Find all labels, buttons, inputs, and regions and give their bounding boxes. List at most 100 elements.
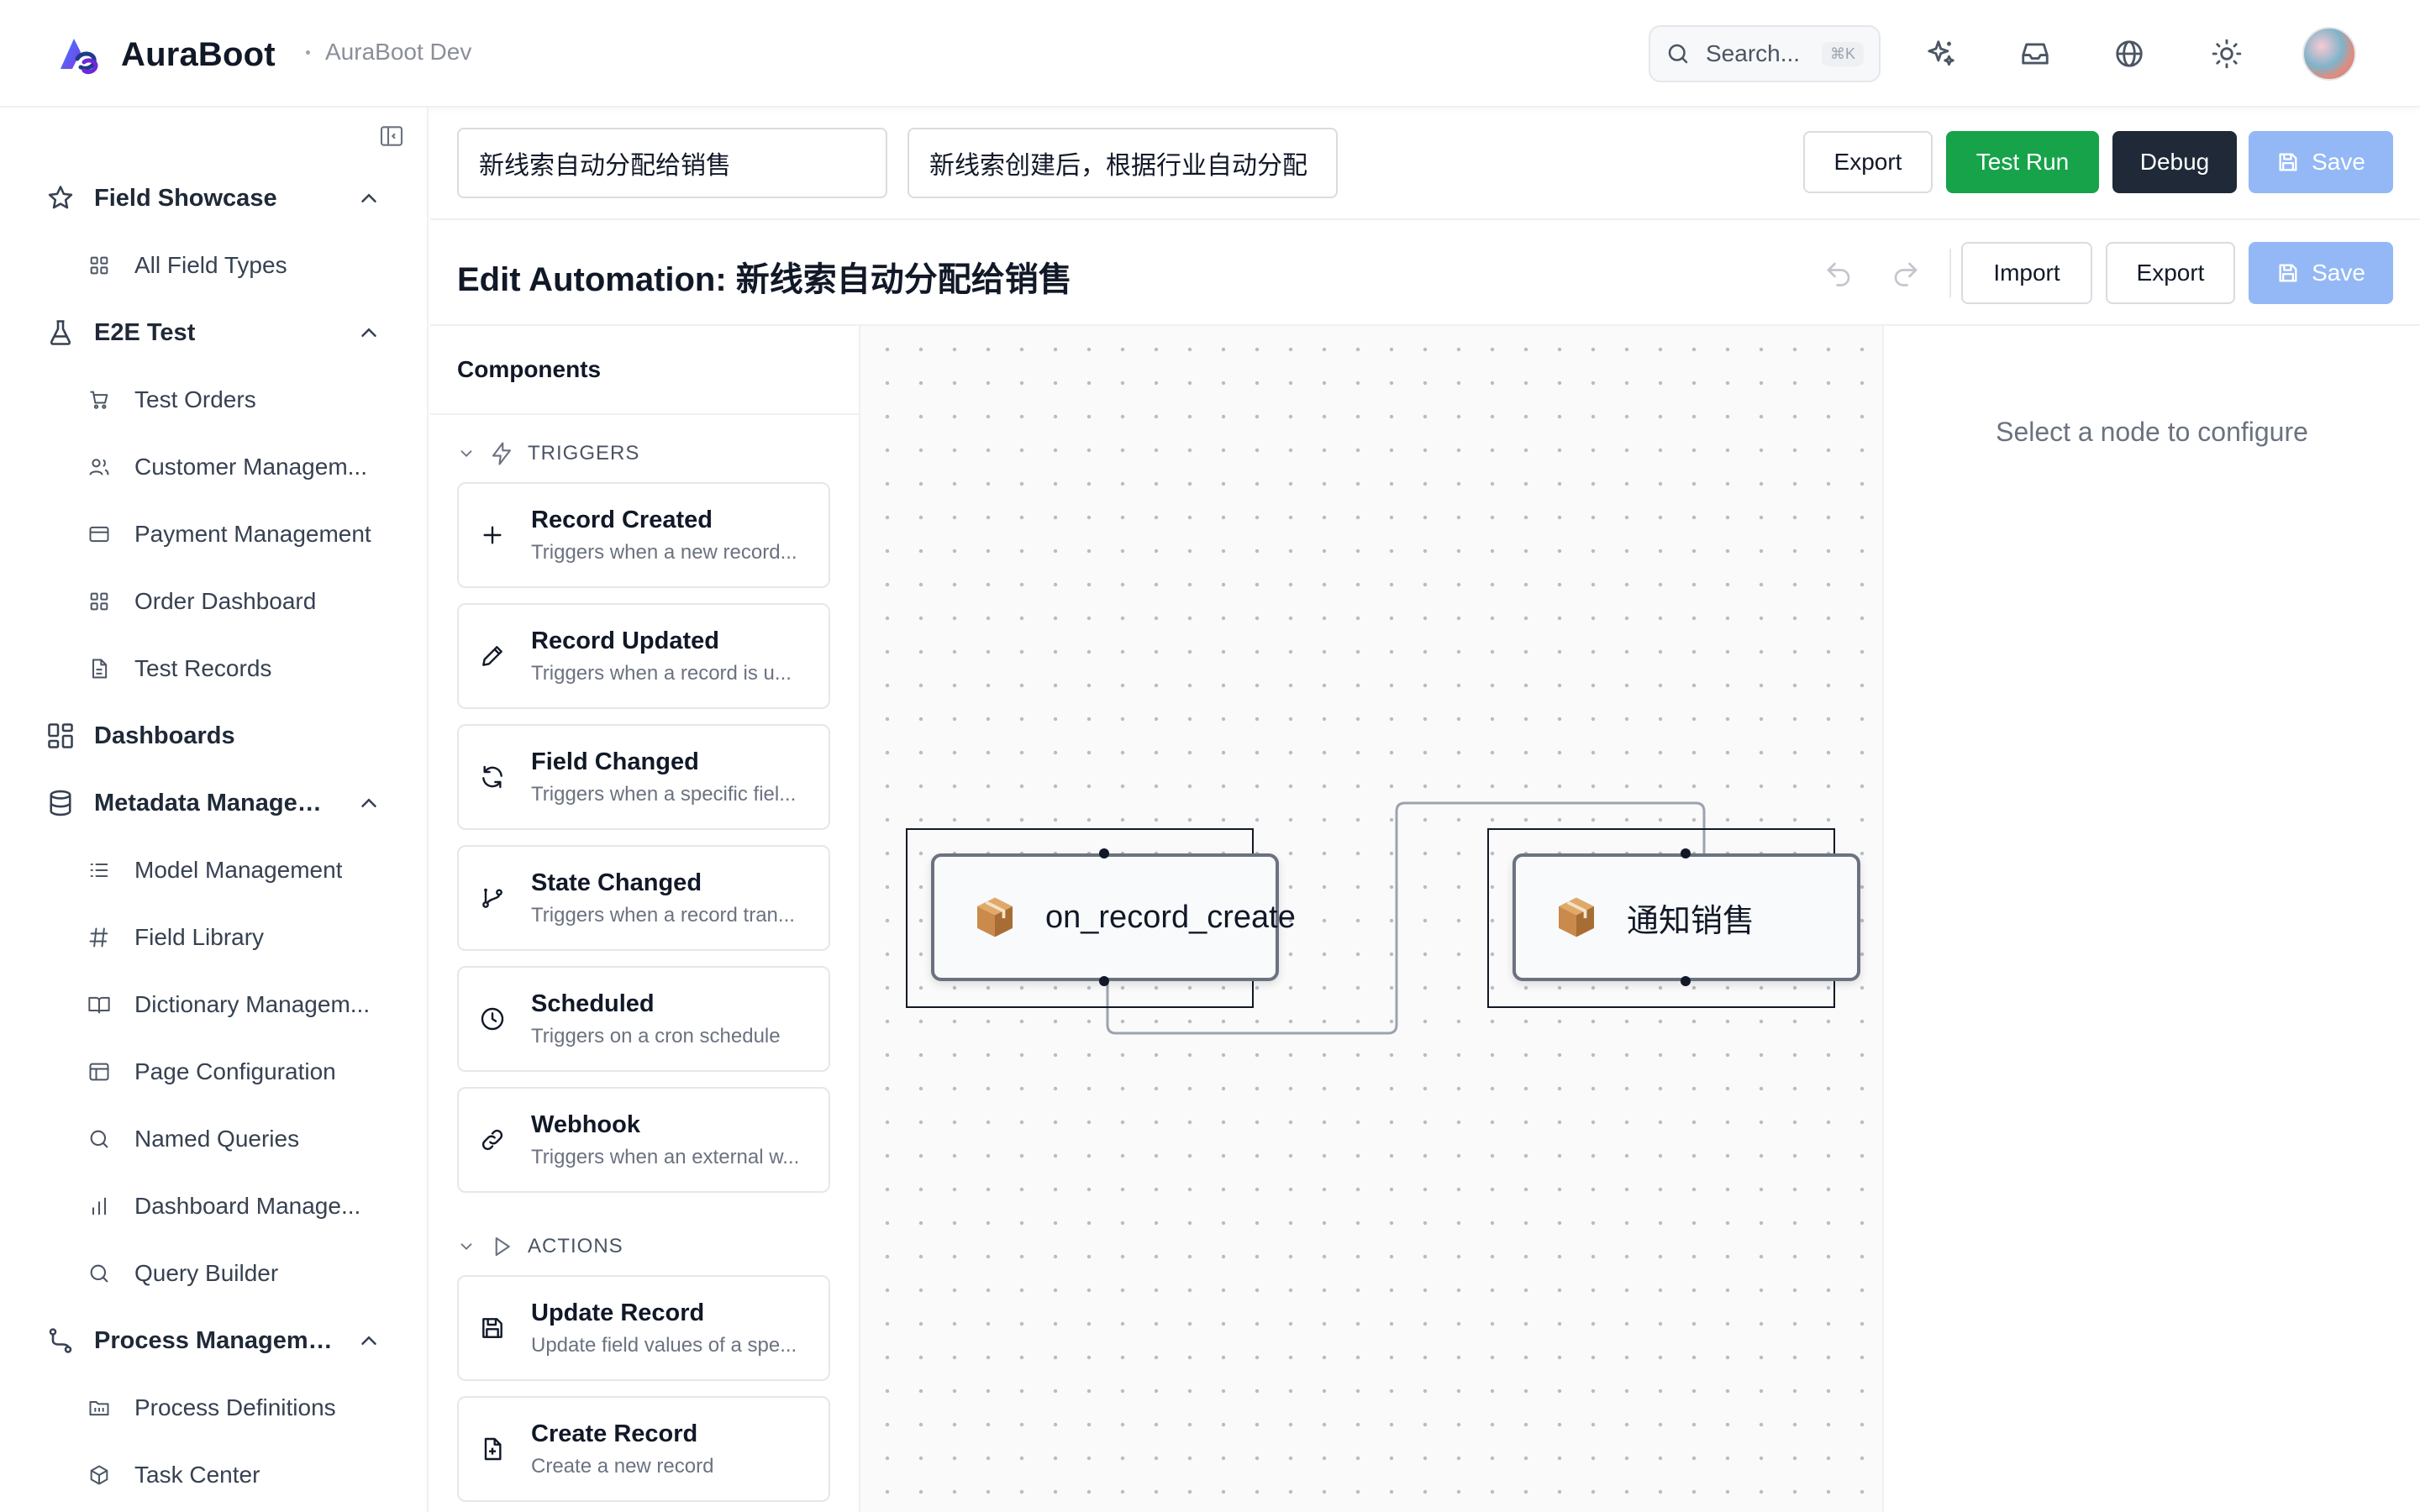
brand[interactable]: AuraBoot [55,30,276,79]
folder-icon [89,1401,109,1416]
sidebar-group-label: Process Management [94,1326,338,1354]
git-branch-icon [482,888,502,908]
redo-icon[interactable] [1891,259,1921,289]
toolbar-divider [1949,249,1951,297]
sidebar-item-dashboard-management[interactable]: Dashboard Manage... [87,1183,390,1230]
theme-toggle-button[interactable] [2207,34,2247,74]
node-on-record-create[interactable]: on_record_create [931,853,1296,981]
sidebar-item-label: Task Center [134,1462,260,1488]
global-search[interactable]: Search... ⌘K [1649,25,1881,82]
brand-logo-icon [60,39,98,75]
trigger-webhook[interactable]: Webhook Triggers when an external w... [457,1087,830,1193]
debug-button[interactable]: Debug [2112,131,2237,193]
grid-icon [90,592,108,611]
card-description: Triggers when a specific fiel... [531,782,797,806]
book-icon [88,996,110,1014]
import-button[interactable]: Import [1961,242,2092,304]
automation-description-input[interactable]: 新线索创建后，根据行业自动分配 [908,128,1338,198]
sidebar-group-field-showcase[interactable]: Field Showcase [45,175,381,222]
chevron-up-icon[interactable] [356,1328,381,1353]
chevron-down-icon [460,1243,472,1251]
sidebar-item-process-definitions[interactable]: Process Definitions [87,1384,390,1431]
play-icon [495,1236,510,1257]
sidebar-item-order-dashboard[interactable]: Order Dashboard [87,578,390,625]
sidebar-item-label: Page Configuration [134,1058,336,1084]
save-icon [482,1318,502,1338]
list-icon [90,864,108,877]
sidebar-item-model-management[interactable]: Model Management [87,847,390,894]
editor-save-button[interactable]: Save [2249,242,2393,304]
action-create-record[interactable]: Create Record Create a new record [457,1396,830,1502]
node-output-handle[interactable] [1099,976,1109,986]
credit-card-icon [89,526,109,543]
chevron-up-icon[interactable] [356,186,381,211]
node-output-handle[interactable] [1681,976,1691,986]
node-notify-sales[interactable]: 通知销售 [1512,853,1860,981]
sidebar-item-label: Dashboard Manage... [134,1193,361,1219]
sidebar-item-customer-management[interactable]: Customer Managem... [87,444,390,491]
trigger-field-changed[interactable]: Field Changed Triggers when a specific fi… [457,724,830,830]
chevron-up-icon[interactable] [356,320,381,345]
card-title: Scheduled [531,990,655,1017]
ai-assistant-button[interactable] [1921,34,1961,74]
sparkles-icon [1928,40,1954,66]
sidebar-item-label: Named Queries [134,1126,300,1152]
undo-icon[interactable] [1823,259,1854,289]
bar-chart-icon [92,1197,107,1215]
test-run-button[interactable]: Test Run [1946,131,2099,193]
sidebar-item-page-configuration[interactable]: Page Configuration [87,1048,390,1095]
sidebar-item-payment-management[interactable]: Payment Management [87,511,390,558]
flask-icon [50,320,71,345]
sidebar-item-all-field-types[interactable]: All Field Types [87,242,390,289]
sun-icon [2212,39,2242,69]
node-input-handle[interactable] [1099,848,1109,858]
user-avatar[interactable] [2302,27,2356,81]
clock-icon [481,1007,504,1031]
workflow-canvas[interactable]: on_record_create 通知销售 [860,326,1884,1512]
sidebar-item-named-queries[interactable]: Named Queries [87,1116,390,1163]
env-dot [306,50,310,55]
automation-name-input[interactable]: 新线索自动分配给销售 [457,128,887,198]
link-icon [481,1129,503,1151]
inbox-button[interactable] [2015,34,2055,74]
sidebar: Field Showcase All Field Types E2E Test … [0,108,429,1512]
sidebar-item-test-orders[interactable]: Test Orders [87,376,390,423]
sidebar-item-label: Field Library [134,924,265,950]
card-title: Webhook [531,1110,640,1138]
trigger-record-created[interactable]: Record Created Triggers when a new record… [457,482,830,588]
language-button[interactable] [2109,34,2149,74]
sidebar-item-task-center[interactable]: Task Center [87,1452,390,1499]
sidebar-item-query-builder[interactable]: Query Builder [87,1250,390,1297]
export-button[interactable]: Export [1803,131,1933,193]
sidebar-group-metadata-management[interactable]: Metadata Managem... [45,780,381,827]
search-icon [90,1264,108,1283]
trigger-scheduled[interactable]: Scheduled Triggers on a cron schedule [457,966,830,1072]
actions-section-header[interactable]: ACTIONS [457,1230,623,1263]
page-title: Edit Automation: 新线索自动分配给销售 [457,261,1072,298]
trigger-record-updated[interactable]: Record Updated Triggers when a record is … [457,603,830,709]
sidebar-item-dictionary-management[interactable]: Dictionary Managem... [87,981,390,1028]
sidebar-group-e2e-test[interactable]: E2E Test [45,309,381,356]
inbox-icon [2022,43,2049,65]
card-title: Record Created [531,506,713,533]
save-label: Save [2312,149,2365,175]
editor-export-button[interactable]: Export [2106,242,2235,304]
trigger-state-changed[interactable]: State Changed Triggers when a record tran… [457,845,830,951]
sidebar-item-field-library[interactable]: Field Library [87,914,390,961]
sidebar-item-label: Customer Managem... [134,454,367,480]
plus-icon [483,526,502,544]
sidebar-collapse-icon[interactable] [378,123,405,150]
node-label: 通知销售 [1627,903,1755,939]
sidebar-item-test-records[interactable]: Test Records [87,645,390,692]
action-update-record[interactable]: Update Record Update field values of a sp… [457,1275,830,1381]
star-icon [48,186,73,209]
sidebar-group-dashboards[interactable]: Dashboards [45,712,381,759]
zap-icon [492,442,512,465]
chevron-up-icon[interactable] [356,790,381,816]
sidebar-group-process-management[interactable]: Process Management [45,1317,381,1364]
search-icon [1668,44,1688,64]
node-input-handle[interactable] [1681,848,1691,858]
card-title: Record Updated [531,627,719,654]
save-button[interactable]: Save [2249,131,2393,193]
triggers-section-header[interactable]: TRIGGERS [457,437,639,470]
